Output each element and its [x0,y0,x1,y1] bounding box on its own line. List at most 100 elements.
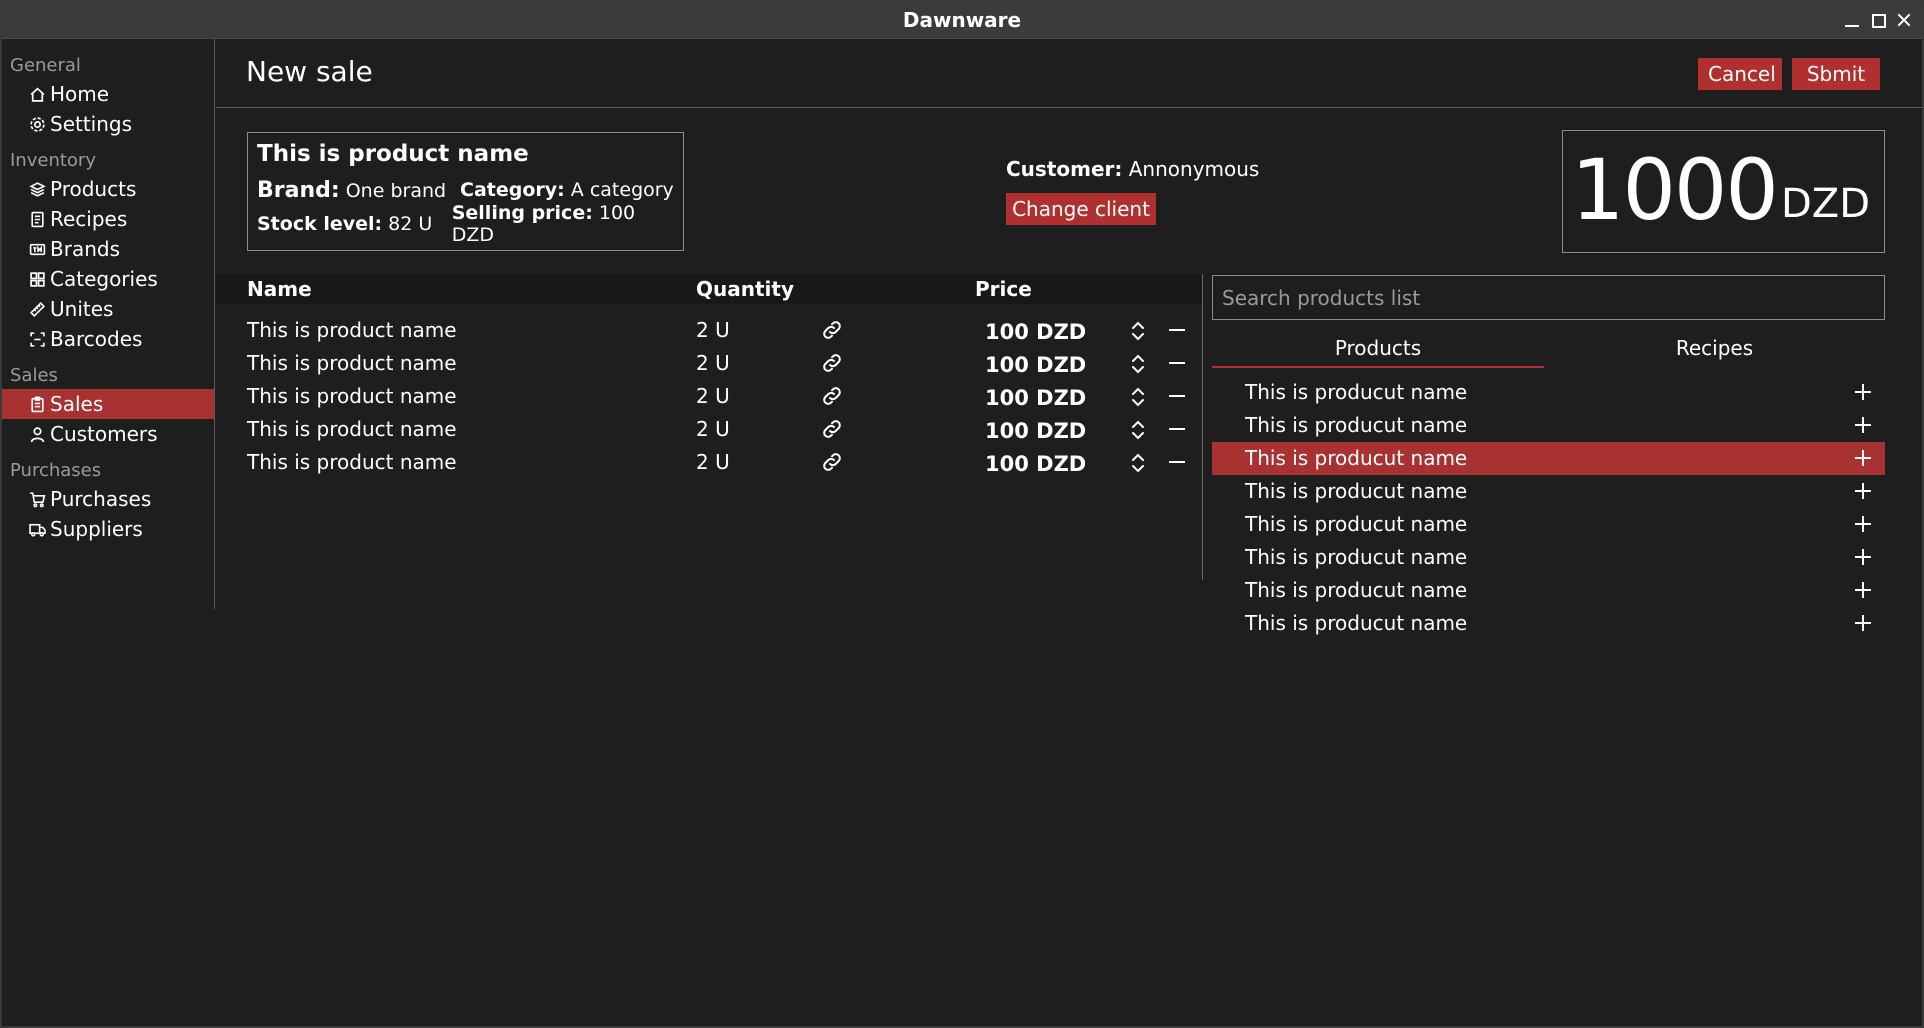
sidebar-item-categories[interactable]: Categories [2,264,214,294]
sidebar-item-recipes[interactable]: Recipes [2,204,214,234]
link-icon[interactable] [820,318,844,342]
sidebar-item-barcodes[interactable]: Barcodes [2,324,214,354]
tab-products[interactable]: Products [1212,332,1544,368]
cancel-button[interactable]: Cancel [1698,58,1782,90]
list-item[interactable]: This is producut name [1212,574,1885,607]
chevron-up-down-icon[interactable] [1129,386,1147,408]
list-item[interactable]: This is producut name [1212,508,1885,541]
add-icon[interactable] [1853,613,1873,633]
sidebar-item-label: Home [50,82,110,106]
gear-icon [28,115,46,133]
sidebar-item-suppliers[interactable]: Suppliers [2,514,214,544]
remove-item-icon[interactable] [1167,320,1187,340]
row-quantity[interactable]: 2 U [696,384,730,408]
list-item[interactable]: This is producut name [1212,475,1885,508]
product-list: This is producut name This is producut na… [1212,376,1885,640]
table-row[interactable]: This is product name 2 U 100 DZD [216,347,1202,380]
sidebar-item-label: Unites [50,297,114,321]
window-controls [1842,10,1914,30]
product-card-name: This is product name [257,141,529,167]
product-tabs: Products Recipes [1212,332,1885,368]
table-row[interactable]: This is product name 2 U 100 DZD [216,446,1202,479]
row-price: 100 DZD [985,320,1087,344]
row-product-name: This is product name [247,351,457,375]
sidebar-item-purchases[interactable]: Purchases [2,484,214,514]
sidebar-item-home[interactable]: Home [2,79,214,109]
remove-item-icon[interactable] [1167,386,1187,406]
column-header-price: Price [975,277,1032,301]
sidebar-item-brands[interactable]: Brands [2,234,214,264]
tab-recipes[interactable]: Recipes [1544,332,1885,368]
list-item-name: This is producut name [1245,512,1468,536]
add-icon[interactable] [1853,448,1873,468]
add-icon[interactable] [1853,580,1873,600]
table-row[interactable]: This is product name 2 U 100 DZD [216,413,1202,446]
table-body: This is product name 2 U 100 DZD This is pr… [216,314,1202,479]
user-icon [28,425,46,443]
add-icon[interactable] [1853,415,1873,435]
list-item-name: This is producut name [1245,380,1468,404]
sidebar-item-products[interactable]: Products [2,174,214,204]
row-quantity[interactable]: 2 U [696,450,730,474]
truck-icon [28,520,46,538]
search-input[interactable] [1212,275,1885,320]
sidebar-item-sales[interactable]: Sales [2,389,214,419]
list-item-name: This is producut name [1245,446,1468,470]
page-title: New sale [246,55,373,88]
chevron-up-down-icon[interactable] [1129,353,1147,375]
ruler-icon [28,300,46,318]
link-icon[interactable] [820,351,844,375]
chevron-up-down-icon[interactable] [1129,320,1147,342]
add-icon[interactable] [1853,481,1873,501]
total-currency: DZD [1780,181,1870,227]
sidebar-section-general: General [10,55,81,76]
sidebar-item-unites[interactable]: Unites [2,294,214,324]
row-product-name: This is product name [247,417,457,441]
sidebar-item-customers[interactable]: Customers [2,419,214,449]
sidebar-item-label: Purchases [50,487,152,511]
list-item[interactable]: This is producut name [1212,541,1885,574]
minimize-icon[interactable] [1842,10,1862,30]
add-icon[interactable] [1853,547,1873,567]
submit-button[interactable]: Sbmit [1792,58,1880,90]
column-header-name: Name [247,277,312,301]
app-window: Dawnware General Home Settings Inventory… [0,0,1924,1028]
link-icon[interactable] [820,417,844,441]
sale-items-table: Name Quantity Price This is product name… [216,274,1202,476]
sidebar-item-label: Recipes [50,207,128,231]
product-selling-price: Selling price: 100 DZD [451,202,636,246]
row-quantity[interactable]: 2 U [696,351,730,375]
row-quantity[interactable]: 2 U [696,417,730,441]
table-row[interactable]: This is product name 2 U 100 DZD [216,314,1202,347]
add-icon[interactable] [1853,382,1873,402]
row-price: 100 DZD [985,419,1087,443]
sidebar-item-settings[interactable]: Settings [2,109,214,139]
sidebar-section-purchases: Purchases [10,460,102,481]
link-icon[interactable] [820,450,844,474]
add-icon[interactable] [1853,514,1873,534]
grid-icon [28,270,46,288]
list-item[interactable]: This is producut name [1212,607,1885,640]
list-item[interactable]: This is producut name [1212,442,1885,475]
table-row[interactable]: This is product name 2 U 100 DZD [216,380,1202,413]
chevron-up-down-icon[interactable] [1129,452,1147,474]
sidebar-item-label: Suppliers [50,517,143,541]
list-item-name: This is producut name [1245,578,1468,602]
table-header: Name Quantity Price [216,274,1202,304]
remove-item-icon[interactable] [1167,452,1187,472]
list-item[interactable]: This is producut name [1212,409,1885,442]
window-title: Dawnware [902,8,1022,32]
close-icon[interactable] [1894,10,1914,30]
chevron-up-down-icon[interactable] [1129,419,1147,441]
remove-item-icon[interactable] [1167,419,1187,439]
change-client-button[interactable]: Change client [1006,193,1156,225]
row-price: 100 DZD [985,353,1087,377]
remove-item-icon[interactable] [1167,353,1187,373]
page-header: New sale Cancel Sbmit [216,39,1922,108]
list-item[interactable]: This is producut name [1212,376,1885,409]
sidebar-item-label: Products [50,177,137,201]
row-quantity[interactable]: 2 U [696,318,730,342]
sidebar-section-inventory: Inventory [10,150,96,171]
link-icon[interactable] [820,384,844,408]
maximize-icon[interactable] [1868,10,1888,30]
